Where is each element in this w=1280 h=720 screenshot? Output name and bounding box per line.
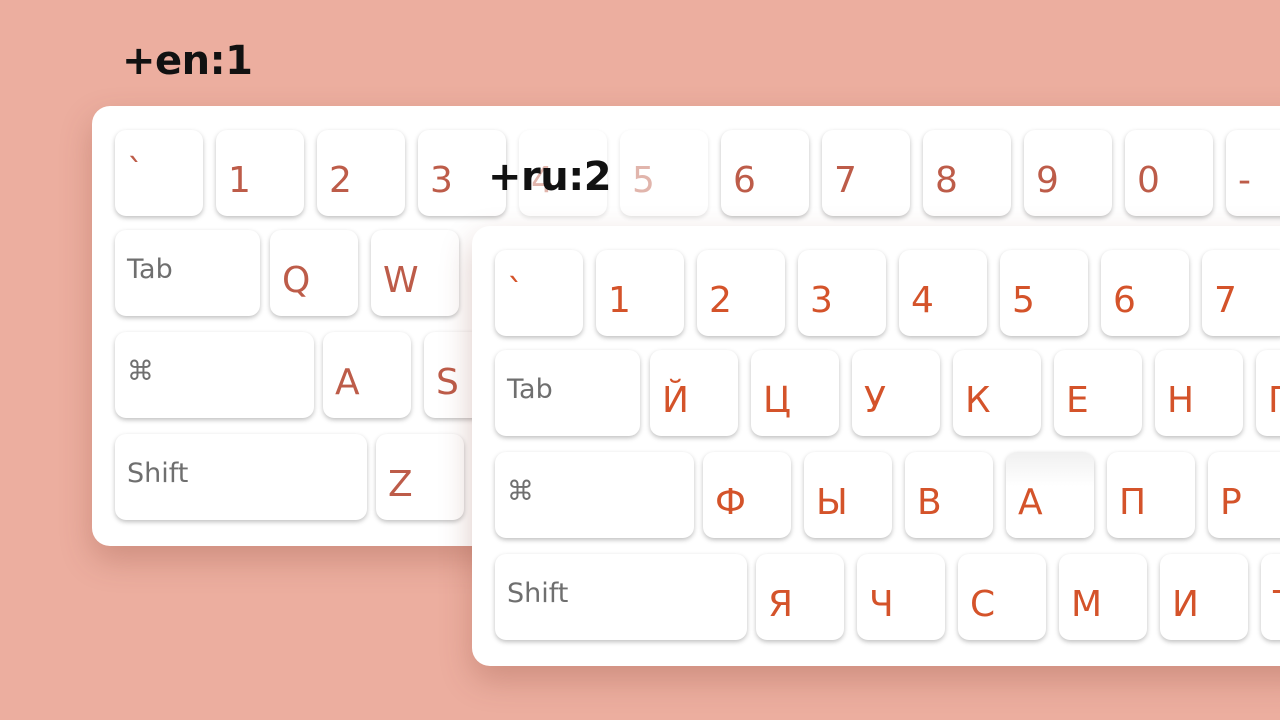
key-ka[interactable]: К <box>953 350 1041 436</box>
key-label: М <box>1071 583 1103 625</box>
key-yot[interactable]: Й <box>650 350 738 436</box>
key-i[interactable]: И <box>1160 554 1248 640</box>
key-label: 2 <box>709 279 732 321</box>
key-label: 7 <box>834 159 857 201</box>
key-label: 1 <box>608 279 631 321</box>
key-tse[interactable]: Ц <box>751 350 839 436</box>
key-label: Р <box>1220 481 1242 523</box>
key-5[interactable]: 5 <box>1000 250 1088 336</box>
key-4[interactable]: 4 <box>899 250 987 336</box>
key-es[interactable]: С <box>958 554 1046 640</box>
key-label: 3 <box>810 279 833 321</box>
key-a[interactable]: А <box>1006 452 1094 538</box>
key-label: 1 <box>228 159 251 201</box>
key-ve[interactable]: В <box>905 452 993 538</box>
key-label: П <box>1119 481 1147 523</box>
key-label: 7 <box>1214 279 1237 321</box>
key-6[interactable]: 6 <box>721 130 809 216</box>
key-label: Q <box>282 259 311 301</box>
key-tab[interactable]: Tab <box>115 230 260 316</box>
key-label: 5 <box>1012 279 1035 321</box>
key-u[interactable]: У <box>852 350 940 436</box>
key-label: A <box>335 361 360 403</box>
key-label: 2 <box>329 159 352 201</box>
key-ge[interactable]: Г <box>1256 350 1280 436</box>
key-label: Ч <box>869 583 894 625</box>
key-label: 4 <box>911 279 934 321</box>
key-label: S <box>436 361 459 403</box>
key-label: Я <box>768 583 794 625</box>
key-shift[interactable]: Shift <box>115 434 367 520</box>
key-0[interactable]: 0 <box>1125 130 1213 216</box>
key-a[interactable]: A <box>323 332 411 418</box>
key-7[interactable]: 7 <box>822 130 910 216</box>
key-yery[interactable]: Ы <box>804 452 892 538</box>
keyboard-ru: ` 1 2 3 4 5 6 7 Tab Й Ц У К Е Н Г ⌘ Ф Ы … <box>472 226 1280 666</box>
key-label: - <box>1238 159 1251 201</box>
key-label: В <box>917 481 942 523</box>
key-minus[interactable]: - <box>1226 130 1280 216</box>
key-label: Z <box>388 463 413 505</box>
key-ya[interactable]: Я <box>756 554 844 640</box>
key-label: С <box>970 583 996 625</box>
key-6[interactable]: 6 <box>1101 250 1189 336</box>
key-label: Е <box>1066 379 1089 421</box>
key-em[interactable]: М <box>1059 554 1147 640</box>
key-backtick[interactable]: ` <box>495 250 583 336</box>
layout-label-en: +en:1 <box>122 38 253 84</box>
key-label: Т <box>1273 570 1280 625</box>
key-tab[interactable]: Tab <box>495 350 640 436</box>
key-z[interactable]: Z <box>376 434 464 520</box>
key-7[interactable]: 7 <box>1202 250 1280 336</box>
key-ye[interactable]: Е <box>1054 350 1142 436</box>
key-1[interactable]: 1 <box>216 130 304 216</box>
key-label: 9 <box>1036 159 1059 201</box>
key-shift[interactable]: Shift <box>495 554 747 640</box>
key-label: W <box>383 259 419 301</box>
layout-label-ru: +ru:2 <box>488 154 612 200</box>
key-backtick[interactable]: ` <box>115 130 203 216</box>
key-9[interactable]: 9 <box>1024 130 1112 216</box>
key-en[interactable]: Н <box>1155 350 1243 436</box>
key-label: 6 <box>733 159 756 201</box>
key-5[interactable]: 5 <box>620 130 708 216</box>
key-label: Й <box>662 379 689 421</box>
key-label: Ф <box>715 481 746 523</box>
key-label: И <box>1172 583 1199 625</box>
key-command[interactable]: ⌘ <box>115 332 314 418</box>
key-ef[interactable]: Ф <box>703 452 791 538</box>
key-label: 0 <box>1137 159 1160 201</box>
key-er[interactable]: Р <box>1208 452 1280 538</box>
key-label: У <box>864 379 886 421</box>
key-label: Ц <box>763 379 791 421</box>
key-q[interactable]: Q <box>270 230 358 316</box>
key-label: 3 <box>430 159 453 201</box>
key-label: А <box>1018 481 1043 523</box>
key-2[interactable]: 2 <box>697 250 785 336</box>
key-command[interactable]: ⌘ <box>495 452 694 538</box>
key-8[interactable]: 8 <box>923 130 1011 216</box>
key-label: 8 <box>935 159 958 201</box>
key-3[interactable]: 3 <box>798 250 886 336</box>
key-che[interactable]: Ч <box>857 554 945 640</box>
key-1[interactable]: 1 <box>596 250 684 336</box>
key-label: 6 <box>1113 279 1136 321</box>
key-label: 5 <box>632 159 655 201</box>
key-te[interactable]: Т <box>1261 554 1280 640</box>
key-label: Н <box>1167 379 1195 421</box>
key-w[interactable]: W <box>371 230 459 316</box>
key-pe[interactable]: П <box>1107 452 1195 538</box>
key-2[interactable]: 2 <box>317 130 405 216</box>
key-label: К <box>965 379 991 421</box>
key-label: Ы <box>816 481 848 523</box>
key-label: Г <box>1268 379 1280 421</box>
